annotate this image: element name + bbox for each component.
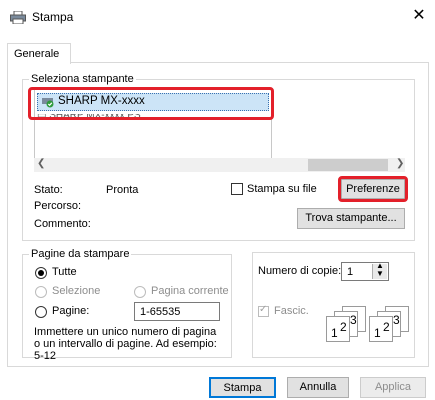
- print-to-file-checkbox[interactable]: [231, 183, 243, 195]
- radio-all[interactable]: [35, 267, 47, 279]
- preferences-highlight-frame: [338, 176, 408, 202]
- tab-generale[interactable]: Generale: [7, 43, 71, 64]
- window-title: Stampa: [32, 10, 74, 24]
- spin-down-icon[interactable]: ▼: [376, 269, 384, 278]
- comment-label: Commento:: [34, 218, 91, 230]
- collate-digit: 3: [393, 313, 400, 327]
- copies-input[interactable]: 1 ▲ ▼: [341, 261, 389, 281]
- radio-current-page-label: Pagina corrente: [151, 285, 229, 297]
- page-range-legend: Pagine da stampare: [31, 248, 130, 260]
- cancel-button[interactable]: Annulla: [287, 377, 349, 398]
- apply-button[interactable]: Applica: [360, 377, 426, 398]
- collate-digit: 3: [350, 313, 357, 327]
- radio-current-page[interactable]: [134, 286, 146, 298]
- collate-digit: 1: [374, 326, 381, 340]
- radio-dot: [38, 270, 44, 276]
- copies-input-value: 1: [347, 266, 354, 278]
- scroll-right-icon[interactable]: ❯: [396, 158, 404, 169]
- copies-spinner[interactable]: ▲ ▼: [372, 261, 387, 279]
- title-bar: Stampa ✕: [0, 0, 435, 34]
- path-label: Percorso:: [34, 200, 82, 212]
- status-label: Stato:: [34, 184, 63, 196]
- collate-digit: 2: [383, 320, 390, 334]
- print-button[interactable]: Stampa: [209, 377, 276, 398]
- tab-label: Generale: [14, 48, 60, 60]
- scroll-left-icon[interactable]: ❮: [37, 158, 45, 169]
- collate-pages-icon: 1 2 3: [326, 306, 368, 342]
- pages-input-value: 1-65535: [140, 306, 181, 318]
- find-printer-button[interactable]: Trova stampante...: [297, 208, 405, 229]
- copies-label: Numero di copie:: [258, 265, 342, 277]
- page-range-hint: Immettere un unico numero di pagina o un…: [34, 326, 217, 362]
- print-to-file-label: Stampa su file: [247, 183, 317, 195]
- collate-pages-icon: 1 2 3: [369, 306, 411, 342]
- collate-label: Fascic.: [274, 305, 309, 317]
- printer-highlight-frame: [28, 87, 274, 120]
- radio-pages[interactable]: [35, 306, 47, 318]
- printer-list-scrollbar[interactable]: ❮ ❯: [34, 158, 405, 172]
- collate-digit: 2: [340, 320, 347, 334]
- scrollbar-thumb[interactable]: [308, 159, 388, 171]
- radio-all-label: Tutte: [52, 266, 77, 278]
- printer-icon: [10, 11, 26, 24]
- check-mark-icon: ✓: [259, 304, 268, 315]
- radio-selection-label: Selezione: [52, 285, 101, 297]
- radio-selection[interactable]: [35, 286, 47, 298]
- collate-checkbox[interactable]: ✓: [258, 304, 269, 317]
- close-button[interactable]: ✕: [408, 6, 430, 26]
- printer-group-legend: Seleziona stampante: [31, 73, 134, 85]
- pages-input[interactable]: 1-65535: [134, 302, 220, 321]
- status-value: Pronta: [106, 184, 139, 196]
- collate-digit: 1: [331, 326, 338, 340]
- radio-pages-label: Pagine:: [52, 305, 90, 317]
